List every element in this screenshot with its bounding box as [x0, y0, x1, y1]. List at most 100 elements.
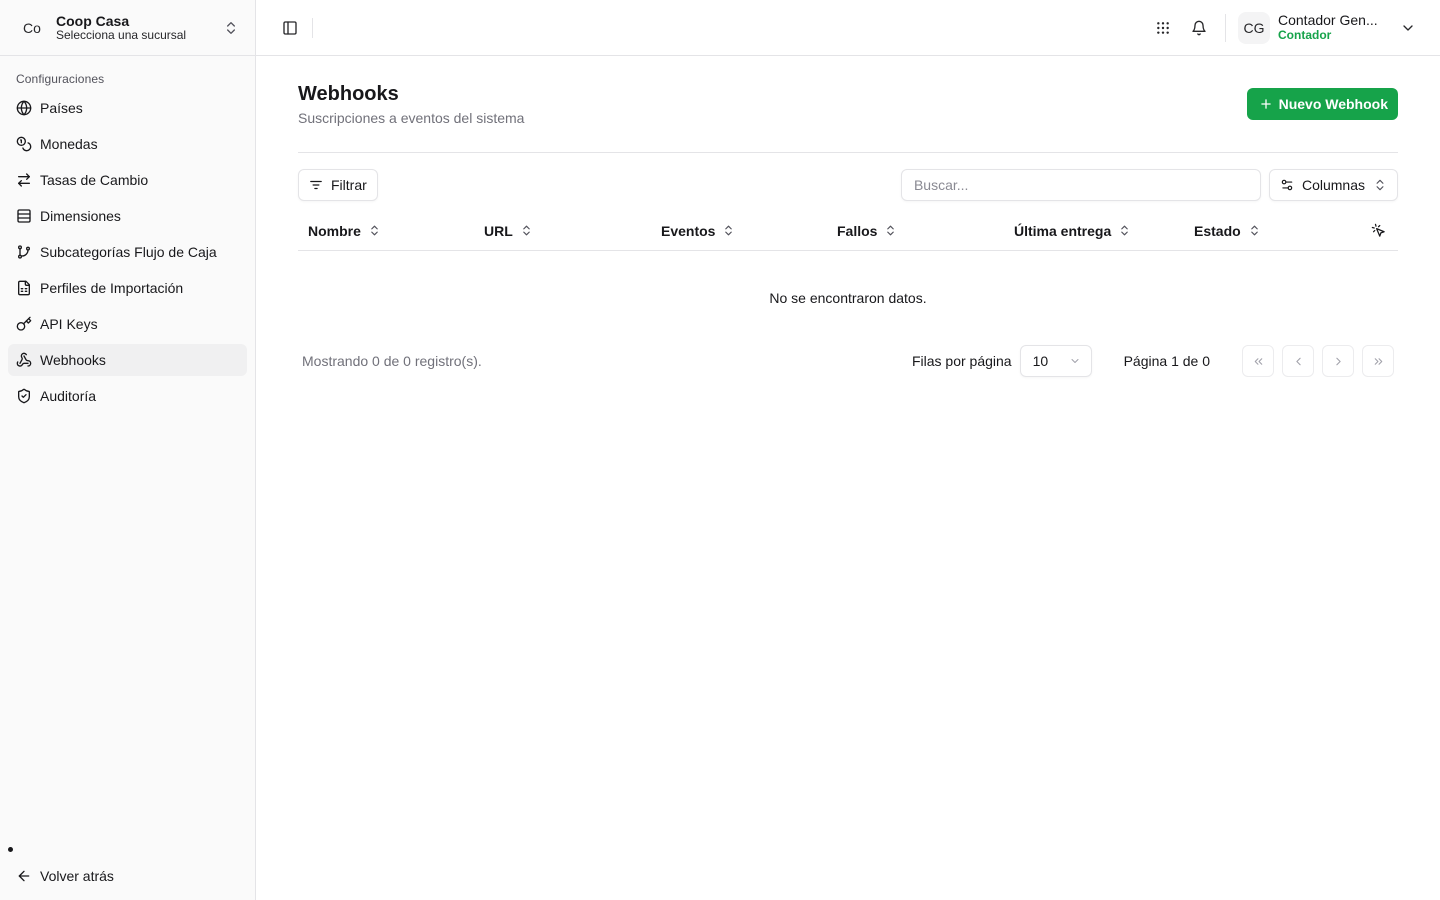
page-subtitle: Suscripciones a eventos del sistema	[298, 110, 525, 126]
sidebar-item-label: Dimensiones	[40, 208, 121, 224]
webhook-icon	[16, 352, 32, 367]
org-subtitle: Selecciona una sucursal	[56, 27, 187, 42]
apps-button[interactable]	[1145, 10, 1181, 46]
filter-lines-icon	[310, 180, 322, 190]
first-page-button[interactable]	[1242, 345, 1274, 377]
column-header-eventos[interactable]: Eventos	[651, 223, 827, 239]
org-text: Coop Casa Selecciona una sucursal	[56, 13, 223, 43]
chevrons-up-down-icon	[887, 225, 895, 236]
previous-page-button[interactable]	[1282, 345, 1314, 377]
empty-state: No se encontraron datos.	[769, 290, 927, 306]
chevrons-up-down-icon	[227, 21, 235, 34]
sidebar-item-api-keys[interactable]: API Keys	[8, 308, 247, 340]
sidebar-item-paises[interactable]: Países	[8, 92, 247, 124]
sidebar-item-monedas[interactable]: Monedas	[8, 128, 247, 160]
sidebar-item-label: Auditoría	[40, 388, 97, 404]
column-header-nombre[interactable]: Nombre	[298, 223, 474, 239]
sidebar-item-webhooks[interactable]: Webhooks	[8, 344, 247, 376]
shield-check-icon	[18, 388, 30, 404]
sidebar-item-perfiles-importacion[interactable]: Perfiles de Importación	[8, 272, 247, 304]
filter-button[interactable]: Filtrar	[298, 169, 378, 201]
sidebar-item-label: Perfiles de Importación	[40, 280, 184, 296]
sidebar-item-label: Monedas	[40, 136, 98, 152]
git-branch-icon	[18, 245, 30, 259]
notifications-button[interactable]	[1181, 10, 1217, 46]
rows-per-page-value: 10	[1032, 353, 1049, 369]
column-header-fallos[interactable]: Fallos	[827, 223, 1004, 239]
coins-icon	[16, 136, 32, 152]
column-header-label: Estado	[1194, 222, 1241, 239]
pagination: Mostrando 0 de 0 registro(s). Filas por …	[298, 345, 1398, 377]
chevron-left-icon	[1295, 357, 1301, 365]
status-dot	[8, 847, 13, 852]
page-indicator: Página 1 de 0	[1123, 353, 1210, 369]
org-name: Coop Casa	[56, 12, 130, 29]
sidebar-item-label: API Keys	[40, 316, 98, 332]
column-header-label: Fallos	[837, 222, 878, 239]
table-header: Nombre URL Eventos Fallos Última entrega…	[298, 211, 1398, 251]
sidebar-item-label: Tasas de Cambio	[40, 172, 149, 188]
page-title: Webhooks	[298, 83, 399, 105]
sidebar-item-label: Webhooks	[40, 352, 106, 368]
columns-button[interactable]: Columnas	[1268, 169, 1398, 201]
sidebar-item-label: Países	[40, 100, 83, 116]
user-name: Contador Gen...	[1278, 13, 1378, 29]
rows-per-page-select[interactable]: 10	[1019, 345, 1092, 377]
arrow-left-icon	[18, 870, 30, 882]
page-header: Webhooks Suscripciones a eventos del sis…	[298, 56, 1398, 153]
chevrons-up-down-icon	[1376, 179, 1384, 191]
back-button[interactable]: Volver atrás	[8, 860, 248, 892]
sidebar-item-dimensiones[interactable]: Dimensiones	[8, 200, 247, 232]
chevrons-up-down-icon	[1121, 225, 1129, 236]
panel-left-icon	[283, 20, 297, 35]
chevrons-right-icon	[1374, 357, 1382, 365]
column-header-ultima-entrega[interactable]: Última entrega	[1004, 223, 1184, 239]
org-switcher[interactable]: Co Coop Casa Selecciona una sucursal	[0, 0, 255, 56]
chevrons-up-down-icon	[1250, 225, 1258, 236]
main-content: Webhooks Suscripciones a eventos del sis…	[298, 56, 1398, 377]
sidebar-nav: Países Monedas Tasas de Cambio Dimension…	[0, 92, 255, 412]
rows-per-page-label: Filas por página	[911, 353, 1012, 369]
settings-sliders-icon	[1281, 179, 1293, 191]
avatar: CG	[1238, 11, 1270, 44]
sidebar-item-tasas-de-cambio[interactable]: Tasas de Cambio	[8, 164, 247, 196]
top-bar: CG Contador Gen... Contador	[256, 0, 1440, 56]
globe-icon	[16, 100, 32, 116]
sidebar-toggle-button[interactable]	[276, 14, 304, 42]
sidebar-item-subcategorias[interactable]: Subcategorías Flujo de Caja	[8, 236, 247, 268]
pagination-summary: Mostrando 0 de 0 registro(s).	[302, 353, 482, 369]
chevrons-up-down-icon	[522, 225, 530, 236]
chevron-down-icon	[1071, 359, 1079, 363]
last-page-button[interactable]	[1362, 345, 1394, 377]
chevrons-left-icon	[1254, 357, 1262, 365]
sparkle-cursor-icon	[1371, 223, 1385, 237]
user-menu[interactable]: CG Contador Gen... Contador	[1238, 11, 1416, 44]
column-header-label: Última entrega	[1014, 222, 1112, 239]
column-header-label: Nombre	[308, 222, 361, 239]
sidebar-group-label: Configuraciones	[16, 72, 105, 86]
column-header-label: URL	[484, 222, 513, 239]
column-header-label: Eventos	[661, 222, 716, 239]
filter-label: Filtrar	[331, 177, 367, 193]
next-page-button[interactable]	[1322, 345, 1354, 377]
sidebar-item-label: Subcategorías Flujo de Caja	[40, 244, 217, 260]
table-toolbar: Filtrar Columnas	[298, 169, 1398, 201]
divider	[1225, 13, 1226, 42]
arrows-exchange-icon	[18, 173, 30, 187]
column-actions-button[interactable]	[1366, 219, 1390, 243]
chevrons-up-down-icon	[371, 225, 378, 236]
column-header-estado[interactable]: Estado	[1184, 223, 1344, 239]
search-input[interactable]	[900, 169, 1261, 201]
sidebar-item-auditoria[interactable]: Auditoría	[8, 380, 247, 412]
layers-icon	[17, 209, 31, 223]
plus-icon	[1260, 99, 1271, 109]
column-header-url[interactable]: URL	[474, 223, 651, 239]
org-avatar: Co	[23, 19, 41, 36]
back-label: Volver atrás	[40, 868, 114, 884]
bell-icon	[1192, 20, 1206, 35]
user-text: Contador Gen... Contador	[1278, 13, 1394, 42]
new-webhook-button[interactable]: Nuevo Webhook	[1246, 88, 1398, 120]
chevrons-up-down-icon	[725, 225, 733, 236]
file-sheet-icon	[18, 280, 30, 296]
key-icon	[16, 316, 32, 331]
